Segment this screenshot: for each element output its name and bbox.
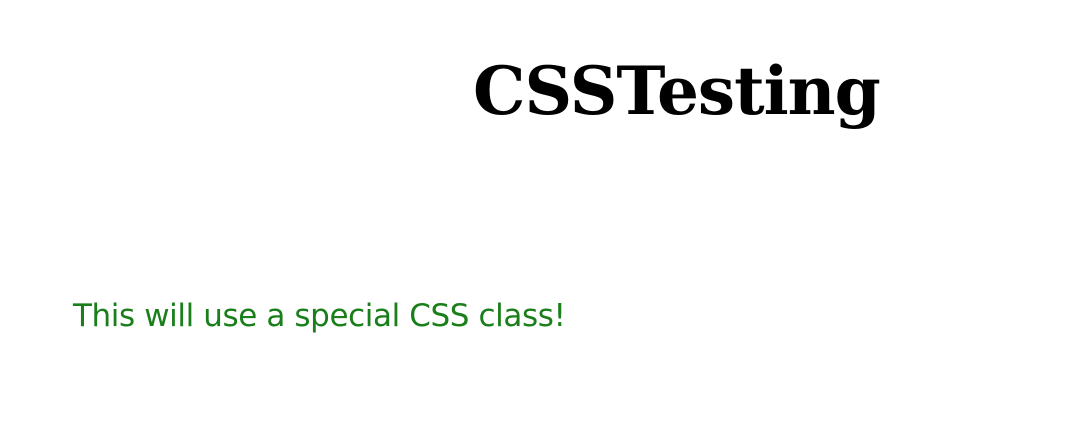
page: CSSTesting This will use a special CSS c… xyxy=(0,0,1072,446)
special-class-text: This will use a special CSS class! xyxy=(73,298,566,334)
page-title: CSSTesting xyxy=(473,52,881,130)
